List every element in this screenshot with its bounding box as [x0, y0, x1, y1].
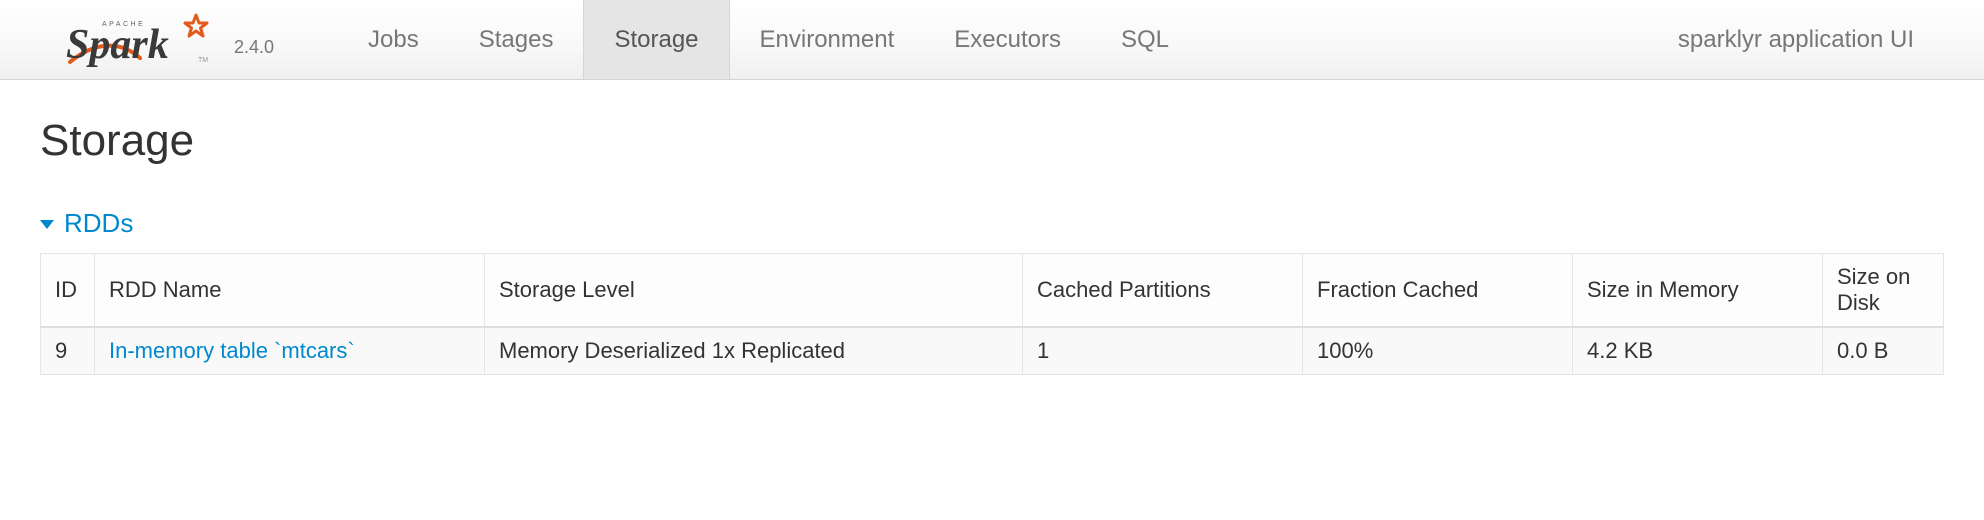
spark-version-label: 2.4.0: [234, 37, 274, 58]
col-fraction[interactable]: Fraction Cached: [1303, 254, 1573, 328]
page-title: Storage: [40, 116, 1944, 166]
tab-storage[interactable]: Storage: [583, 0, 729, 79]
rdd-table: ID RDD Name Storage Level Cached Partiti…: [40, 253, 1944, 375]
svg-text:TM: TM: [198, 57, 208, 64]
navbar: APACHE Spark TM 2.4.0 Jobs Stages Storag…: [0, 0, 1984, 80]
rdd-name-link[interactable]: In-memory table `mtcars`: [109, 338, 355, 363]
brand: APACHE Spark TM 2.4.0: [0, 0, 302, 79]
table-row: 9 In-memory table `mtcars` Memory Deseri…: [41, 327, 1944, 375]
disclosure-triangle-down-icon: [40, 220, 54, 229]
tab-executors[interactable]: Executors: [924, 0, 1091, 79]
table-header-row: ID RDD Name Storage Level Cached Partiti…: [41, 254, 1944, 328]
col-parts[interactable]: Cached Partitions: [1023, 254, 1303, 328]
col-id[interactable]: ID: [41, 254, 95, 328]
tab-stages[interactable]: Stages: [449, 0, 584, 79]
application-name-label: sparklyr application UI: [1678, 0, 1984, 79]
section-rdds-label: RDDs: [64, 208, 133, 239]
cell-parts: 1: [1023, 327, 1303, 375]
col-disk[interactable]: Size on Disk: [1823, 254, 1944, 328]
nav-tabs: Jobs Stages Storage Environment Executor…: [338, 0, 1199, 79]
tab-sql[interactable]: SQL: [1091, 0, 1199, 79]
cell-level: Memory Deserialized 1x Replicated: [485, 327, 1023, 375]
spark-logo-icon: APACHE Spark TM: [64, 12, 224, 68]
cell-fraction: 100%: [1303, 327, 1573, 375]
tab-environment[interactable]: Environment: [730, 0, 925, 79]
section-rdds-toggle[interactable]: RDDs: [40, 208, 1944, 239]
col-mem[interactable]: Size in Memory: [1573, 254, 1823, 328]
content: Storage RDDs ID RDD Name Storage Level C…: [0, 80, 1984, 375]
col-rdd-name[interactable]: RDD Name: [95, 254, 485, 328]
cell-disk: 0.0 B: [1823, 327, 1944, 375]
brand-wordmark: Spark: [66, 22, 169, 68]
tab-jobs[interactable]: Jobs: [338, 0, 449, 79]
col-level[interactable]: Storage Level: [485, 254, 1023, 328]
cell-id: 9: [41, 327, 95, 375]
cell-rdd-name: In-memory table `mtcars`: [95, 327, 485, 375]
cell-mem: 4.2 KB: [1573, 327, 1823, 375]
